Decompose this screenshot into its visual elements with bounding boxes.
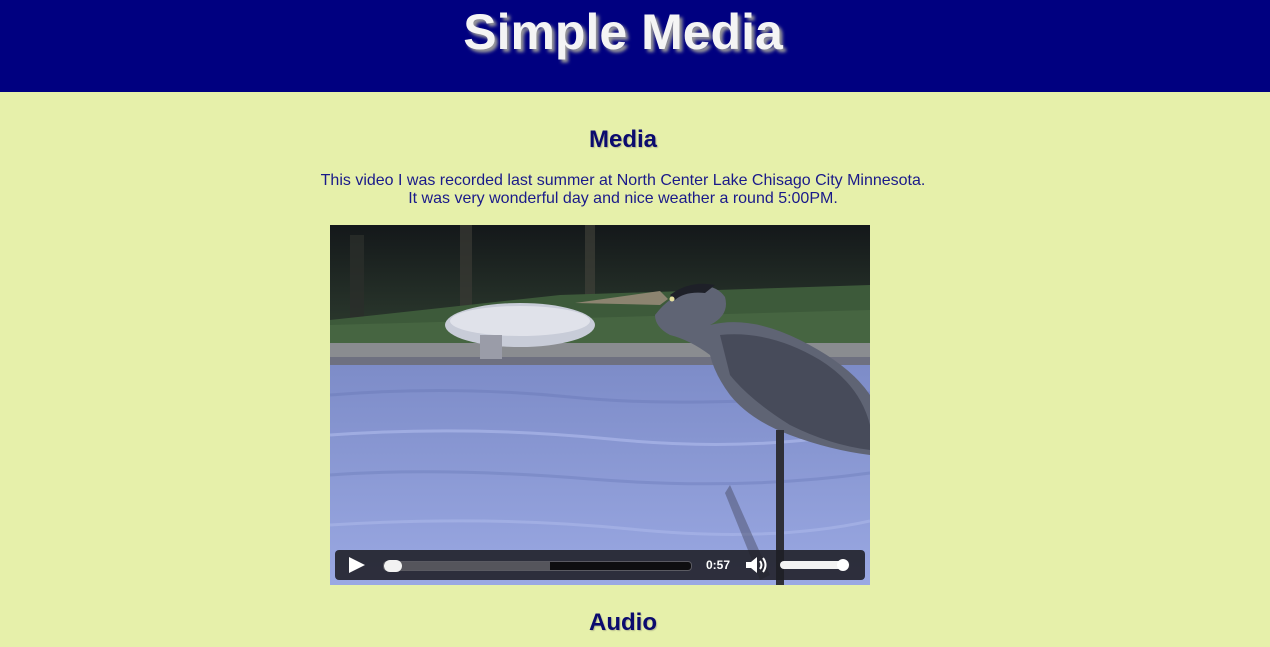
description-line-1: This video I was recorded last summer at… xyxy=(320,172,926,189)
video-controls: 0:57 xyxy=(335,550,865,580)
site-header: Simple Media xyxy=(0,0,1270,92)
audio-heading: Audio xyxy=(589,609,657,636)
volume-slider[interactable] xyxy=(780,559,850,571)
buffered-bar xyxy=(384,562,550,570)
video-description: This video I was recorded last summer at… xyxy=(0,172,1246,208)
site-title: Simple Media xyxy=(463,4,783,60)
media-heading: Media xyxy=(588,126,657,153)
volume-level xyxy=(780,561,843,569)
video-player[interactable]: 0:57 xyxy=(330,225,870,585)
video-frame[interactable] xyxy=(330,225,870,585)
play-icon[interactable] xyxy=(347,556,367,574)
description-line-2: It was very wonderful day and nice weath… xyxy=(408,190,838,207)
volume-handle[interactable] xyxy=(837,559,849,571)
seek-bar[interactable] xyxy=(383,560,692,572)
seek-handle[interactable] xyxy=(384,560,402,572)
time-display: 0:57 xyxy=(705,558,731,572)
volume-icon[interactable] xyxy=(745,555,769,575)
